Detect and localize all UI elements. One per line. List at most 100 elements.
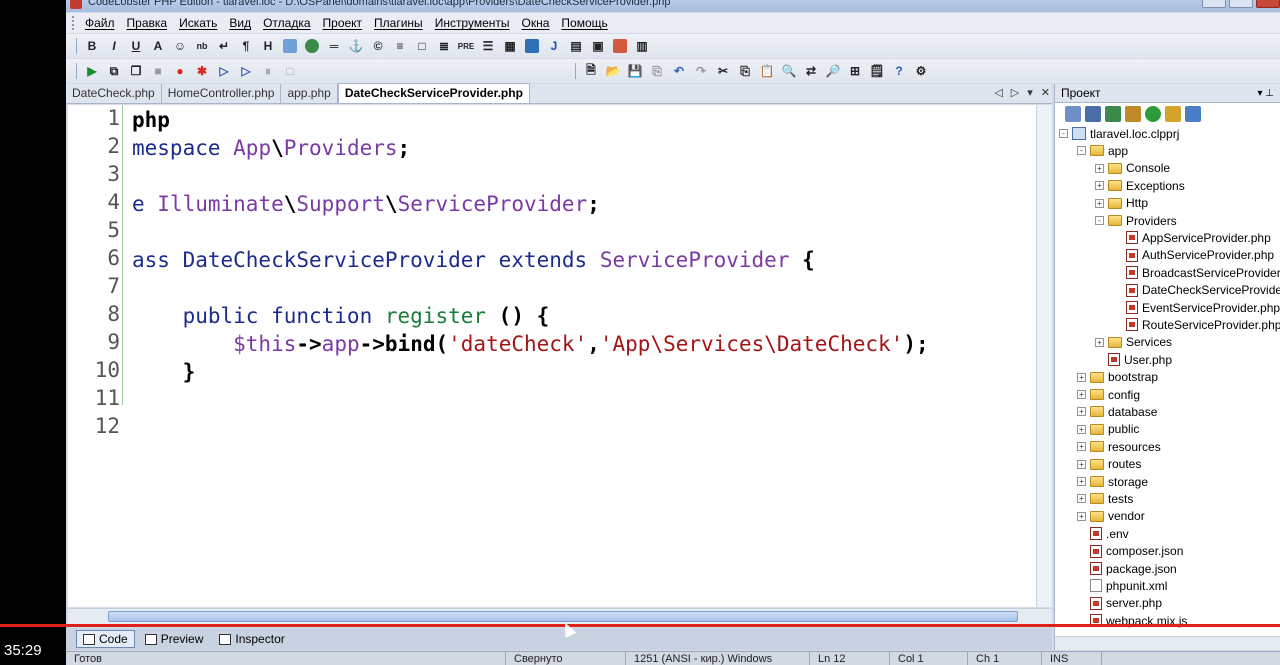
project-web-icon[interactable] xyxy=(1145,106,1161,122)
close-button[interactable] xyxy=(1256,0,1280,8)
project-deploy-icon[interactable] xyxy=(1165,106,1181,122)
expand-icon[interactable]: + xyxy=(1077,477,1086,486)
collapse-icon[interactable]: - xyxy=(1077,146,1086,156)
menu-file[interactable]: Файл xyxy=(79,16,121,30)
menu-view[interactable]: Вид xyxy=(223,16,257,30)
minimize-button[interactable] xyxy=(1202,0,1226,8)
settings-icon[interactable]: ⚙ xyxy=(912,62,930,80)
bookmark-icon[interactable]: ⊞ xyxy=(846,62,864,80)
media-icon[interactable] xyxy=(611,37,629,55)
open-folder-icon[interactable]: 📂 xyxy=(604,62,622,80)
stop-icon[interactable]: ■ xyxy=(149,62,167,80)
toolbar-grip[interactable] xyxy=(76,63,77,79)
project-sync-icon[interactable] xyxy=(1185,106,1201,122)
video-progress-bar[interactable] xyxy=(0,624,1280,627)
code-line[interactable]: $this->app->bind('dateCheck','App\Servic… xyxy=(132,330,928,358)
tree-item[interactable]: .env xyxy=(1077,525,1129,542)
tree-item[interactable]: - Providers xyxy=(1095,212,1177,229)
tree-item[interactable]: composer.json xyxy=(1077,543,1183,560)
menu-help[interactable]: Помощь xyxy=(555,16,613,30)
expand-icon[interactable]: + xyxy=(1077,390,1086,399)
breakpoint-icon[interactable]: ● xyxy=(171,62,189,80)
copyright-icon[interactable]: © xyxy=(369,37,387,55)
run-icon[interactable]: ▶ xyxy=(83,62,101,80)
layout-icon[interactable]: ▥ xyxy=(633,37,651,55)
paste-icon[interactable]: 📋 xyxy=(758,62,776,80)
menu-search[interactable]: Искать xyxy=(173,16,223,30)
step-over-icon[interactable]: ▷ xyxy=(237,62,255,80)
find-in-files-icon[interactable]: 🔎 xyxy=(824,62,842,80)
tree-item[interactable]: + storage xyxy=(1077,473,1148,490)
italic-button[interactable]: I xyxy=(105,37,123,55)
tree-item[interactable]: DateCheckServiceProvider. xyxy=(1113,282,1280,299)
nbsp-button[interactable]: nb xyxy=(193,37,211,55)
bold-button[interactable]: B xyxy=(83,37,101,55)
tree-item[interactable]: + resources xyxy=(1077,438,1161,455)
expand-icon[interactable]: + xyxy=(1077,407,1086,417)
tree-item[interactable]: + vendor xyxy=(1077,508,1145,525)
tree-item[interactable]: EventServiceProvider.php xyxy=(1113,299,1280,316)
tree-item[interactable]: + Console xyxy=(1095,160,1170,177)
expand-icon[interactable]: + xyxy=(1095,337,1104,347)
link-icon[interactable] xyxy=(303,37,321,55)
code-editor[interactable]: 1 2 3 4 5 6 7 8 9 10 11 12 php mespace App\Providers… xyxy=(68,105,1036,607)
debug-run-icon[interactable]: ⧉ xyxy=(105,62,123,80)
code-line[interactable]: mespace App\Providers; xyxy=(132,134,410,162)
tree-item[interactable]: - app xyxy=(1077,142,1128,159)
scrollbar-thumb[interactable] xyxy=(108,611,1018,622)
copy-icon[interactable]: ⎘ xyxy=(736,62,754,80)
tree-item[interactable]: + routes xyxy=(1077,456,1141,473)
line-break-button[interactable]: ↵ xyxy=(215,37,233,55)
form-icon[interactable]: ▤ xyxy=(567,37,585,55)
expand-icon[interactable]: + xyxy=(1095,181,1104,191)
replace-icon[interactable]: ⇄ xyxy=(802,62,820,80)
expand-icon[interactable]: + xyxy=(1077,494,1086,504)
tab-next-icon[interactable]: ▷ xyxy=(1011,86,1019,99)
box-icon[interactable]: □ xyxy=(413,37,431,55)
center-icon[interactable]: ≣ xyxy=(435,37,453,55)
tab-close-icon[interactable]: ✕ xyxy=(1041,86,1050,99)
pin-icon[interactable]: ▾ ⊥ xyxy=(1257,88,1274,99)
editor-vertical-scrollbar[interactable] xyxy=(1036,105,1052,607)
tree-item[interactable]: + public xyxy=(1077,421,1139,438)
tree-item[interactable]: package.json xyxy=(1077,560,1177,577)
expand-icon[interactable]: + xyxy=(1077,511,1086,521)
stop-debug-icon[interactable]: □ xyxy=(281,62,299,80)
expand-icon[interactable]: + xyxy=(1077,372,1086,382)
project-settings-icon[interactable] xyxy=(1125,106,1141,122)
hr-button[interactable]: ═ xyxy=(325,37,343,55)
expand-icon[interactable]: + xyxy=(1077,459,1086,469)
code-line[interactable]: ass DateCheckServiceProvider extends Ser… xyxy=(132,246,815,274)
step-out-icon[interactable]: ⏸ xyxy=(259,62,277,80)
expand-icon[interactable]: + xyxy=(1095,198,1104,208)
code-line[interactable]: } xyxy=(132,358,196,386)
clear-breakpoints-icon[interactable]: ✱ xyxy=(193,62,211,80)
maximize-button[interactable] xyxy=(1229,0,1253,8)
tree-item[interactable]: BroadcastServiceProvider.p xyxy=(1113,264,1280,281)
anchor-icon[interactable]: ⚓ xyxy=(347,37,365,55)
table-icon[interactable]: ▦ xyxy=(501,37,519,55)
menu-windows[interactable]: Окна xyxy=(516,16,556,30)
css-icon[interactable] xyxy=(523,37,541,55)
project-horizontal-scrollbar[interactable] xyxy=(1055,636,1280,650)
tree-item[interactable]: User.php xyxy=(1095,351,1172,368)
tab-app[interactable]: app.php xyxy=(281,84,338,103)
project-refresh-icon[interactable] xyxy=(1105,106,1121,122)
code-line[interactable]: public function register () { xyxy=(132,302,550,330)
view-tab-preview[interactable]: Preview xyxy=(139,631,210,647)
menu-edit[interactable]: Правка xyxy=(121,16,174,30)
heading-button[interactable]: H xyxy=(259,37,277,55)
image-icon[interactable] xyxy=(281,37,299,55)
menu-project[interactable]: Проект xyxy=(317,16,369,30)
redo-icon[interactable]: ↷ xyxy=(692,62,710,80)
smiley-icon[interactable]: ☺ xyxy=(171,37,189,55)
expand-icon[interactable]: + xyxy=(1077,442,1086,452)
cut-icon[interactable]: ✂ xyxy=(714,62,732,80)
collapse-icon[interactable]: - xyxy=(1095,216,1104,225)
menu-plugins[interactable]: Плагины xyxy=(368,16,429,30)
tree-item[interactable]: + database xyxy=(1077,403,1157,420)
tree-item[interactable]: - tlaravel.loc.clpprj xyxy=(1059,125,1179,142)
find-icon[interactable]: 🔍 xyxy=(780,62,798,80)
paragraph-button[interactable]: ¶ xyxy=(237,37,255,55)
code-line[interactable]: e Illuminate\Support\ServiceProvider; xyxy=(132,190,600,218)
